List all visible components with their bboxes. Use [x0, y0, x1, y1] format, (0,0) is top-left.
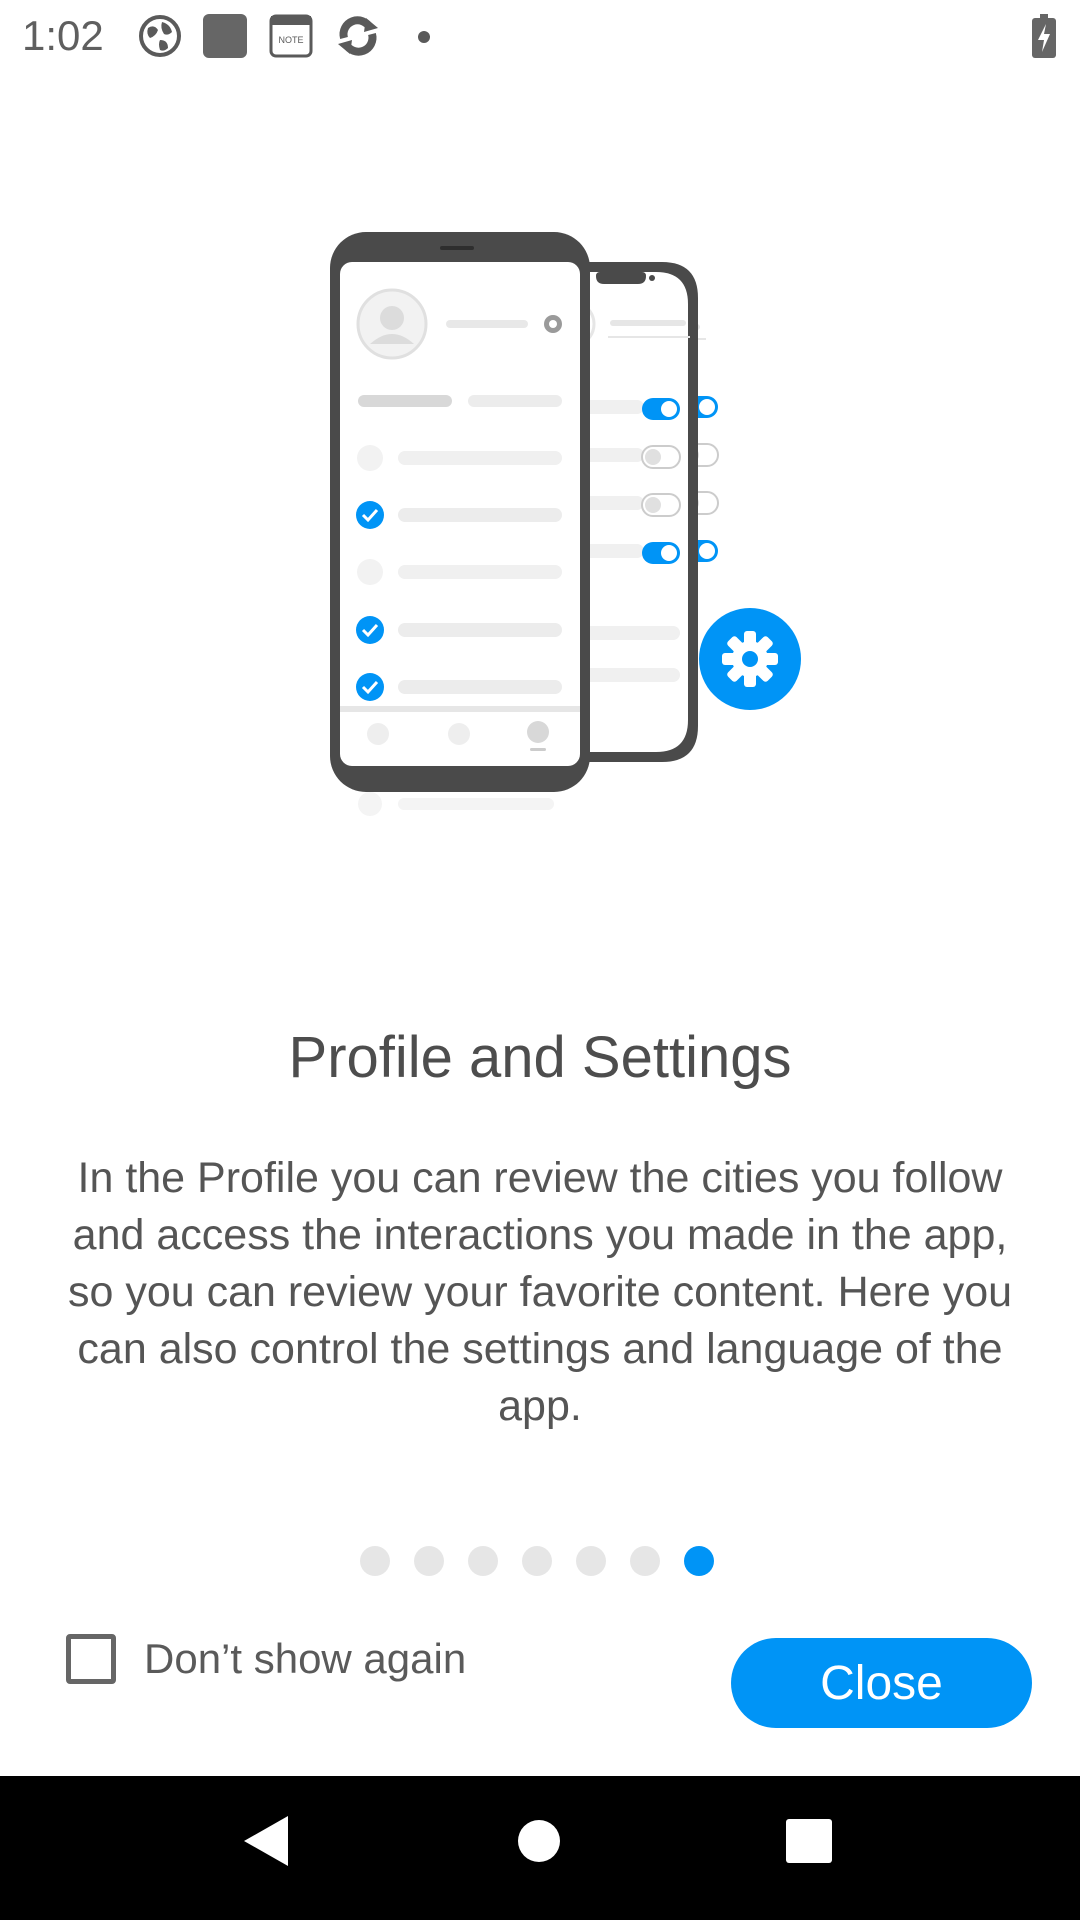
- back-icon[interactable]: [244, 1816, 288, 1871]
- globe-icon: [138, 14, 182, 63]
- recents-icon[interactable]: [786, 1819, 832, 1868]
- home-icon[interactable]: [517, 1819, 561, 1868]
- page-title: Profile and Settings: [288, 1025, 792, 1090]
- status-bar: 1:02 NOTE: [0, 0, 1080, 74]
- dont-show-again-row[interactable]: Don’t show again: [66, 1632, 466, 1686]
- dont-show-again-label[interactable]: Don’t show again: [144, 1635, 466, 1683]
- page-dot: [522, 1546, 552, 1576]
- sync-icon: [336, 14, 380, 63]
- page-dot: [360, 1546, 390, 1576]
- gear-small-illustration: [544, 315, 562, 333]
- page-description: In the Profile you can review the cities…: [67, 1154, 1013, 1430]
- settings-gear-badge-illustration: [699, 608, 801, 710]
- status-time: 1:02: [22, 12, 104, 59]
- front-phone-illustration: [330, 232, 590, 792]
- profile-settings-illustration: [300, 220, 820, 840]
- dot-icon: [417, 30, 431, 49]
- page-dot: [414, 1546, 444, 1576]
- onboarding-screen: 1:02 NOTE Profile and Settings In the Pr…: [0, 0, 1080, 1920]
- battery-charging-icon: [1032, 14, 1056, 63]
- note-icon: NOTE: [269, 14, 313, 63]
- system-nav-bar: [0, 1776, 1080, 1920]
- page-indicator: [360, 1546, 714, 1578]
- page-dot: [468, 1546, 498, 1576]
- dont-show-again-checkbox[interactable]: [66, 1634, 116, 1684]
- close-button[interactable]: Close: [731, 1638, 1032, 1728]
- app-square-icon: [203, 14, 247, 63]
- note-icon-label: NOTE: [278, 35, 303, 45]
- page-dot-active: [684, 1546, 714, 1576]
- page-dot: [576, 1546, 606, 1576]
- page-dot: [630, 1546, 660, 1576]
